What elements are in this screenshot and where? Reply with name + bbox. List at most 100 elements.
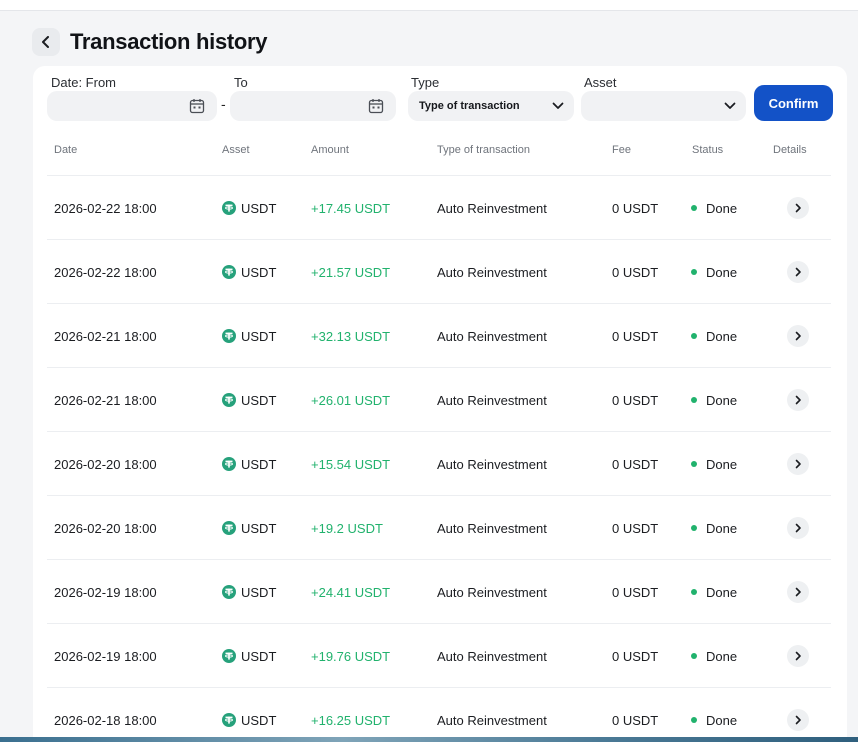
row-fee: 0 USDT <box>612 648 659 664</box>
tether-icon <box>222 585 236 599</box>
row-asset-label: USDT <box>241 264 277 280</box>
details-button[interactable] <box>787 581 809 603</box>
row-status-label: Done <box>706 456 738 472</box>
transaction-card: Date: From - To Type Type of transaction <box>33 66 847 742</box>
row-status: Done <box>691 560 737 624</box>
details-button[interactable] <box>787 389 809 411</box>
row-status: Done <box>691 688 737 742</box>
date-to-field[interactable] <box>230 91 396 121</box>
row-details <box>787 368 809 432</box>
details-button[interactable] <box>787 453 809 475</box>
chevron-right-icon <box>795 331 801 341</box>
row-status: Done <box>691 176 737 240</box>
status-dot <box>691 717 697 723</box>
row-amount: +24.41 USDT <box>311 584 391 600</box>
details-button[interactable] <box>787 517 809 539</box>
row-amount: +19.76 USDT <box>311 648 391 664</box>
row-amount: +15.54 USDT <box>311 456 391 472</box>
row-date: 2026-02-20 18:00 <box>54 456 157 472</box>
column-fee: Fee <box>612 144 631 156</box>
row-status: Done <box>691 240 737 304</box>
row-status: Done <box>691 496 737 560</box>
row-type: Auto Reinvestment <box>437 520 547 536</box>
status-dot <box>691 525 697 531</box>
row-status-label: Done <box>706 392 738 408</box>
table-header: Date Asset Amount Type of transaction Fe… <box>33 144 847 160</box>
row-status-label: Done <box>706 520 738 536</box>
row-status: Done <box>691 304 737 368</box>
back-button[interactable] <box>32 28 60 56</box>
chevron-right-icon <box>795 651 801 661</box>
row-details <box>787 304 809 368</box>
type-select[interactable]: Type of transaction <box>408 91 574 121</box>
chevron-right-icon <box>795 523 801 533</box>
row-date: 2026-02-21 18:00 <box>54 392 157 408</box>
column-amount: Amount <box>311 144 349 156</box>
status-dot <box>691 205 697 211</box>
confirm-button[interactable]: Confirm <box>754 85 833 121</box>
row-status-label: Done <box>706 264 738 280</box>
row-details <box>787 496 809 560</box>
row-type: Auto Reinvestment <box>437 456 547 472</box>
details-button[interactable] <box>787 325 809 347</box>
row-fee: 0 USDT <box>612 392 659 408</box>
row-type: Auto Reinvestment <box>437 264 547 280</box>
row-type: Auto Reinvestment <box>437 712 547 728</box>
details-button[interactable] <box>787 197 809 219</box>
row-asset-label: USDT <box>241 648 277 664</box>
status-dot <box>691 269 697 275</box>
status-dot <box>691 397 697 403</box>
table-row: 2026-02-21 18:00 USDT +32.13 USDT Auto R… <box>47 303 831 367</box>
row-details <box>787 560 809 624</box>
row-asset-label: USDT <box>241 456 277 472</box>
date-from-field[interactable] <box>47 91 217 121</box>
row-date: 2026-02-21 18:00 <box>54 328 157 344</box>
calendar-icon[interactable] <box>368 98 384 114</box>
chevron-right-icon <box>795 587 801 597</box>
row-status-label: Done <box>706 328 738 344</box>
details-button[interactable] <box>787 261 809 283</box>
table-row: 2026-02-19 18:00 USDT +19.76 USDT Auto R… <box>47 623 831 687</box>
row-details <box>787 176 809 240</box>
type-label: Type <box>411 75 440 90</box>
chevron-down-icon <box>724 102 736 109</box>
calendar-icon[interactable] <box>189 98 205 114</box>
row-asset: USDT <box>222 624 276 688</box>
column-date: Date <box>54 144 78 156</box>
details-button[interactable] <box>787 709 809 731</box>
row-asset: USDT <box>222 432 276 496</box>
tether-icon <box>222 521 236 535</box>
row-amount: +26.01 USDT <box>311 392 391 408</box>
row-asset-label: USDT <box>241 584 277 600</box>
row-date: 2026-02-22 18:00 <box>54 264 157 280</box>
row-type: Auto Reinvestment <box>437 648 547 664</box>
tether-icon <box>222 201 236 215</box>
date-from-label: Date: From <box>51 75 117 90</box>
row-fee: 0 USDT <box>612 456 659 472</box>
table-row: 2026-02-22 18:00 USDT +17.45 USDT Auto R… <box>47 175 831 239</box>
row-type: Auto Reinvestment <box>437 392 547 408</box>
row-date: 2026-02-20 18:00 <box>54 520 157 536</box>
details-button[interactable] <box>787 645 809 667</box>
table-row: 2026-02-20 18:00 USDT +15.54 USDT Auto R… <box>47 431 831 495</box>
column-details: Details <box>773 144 807 156</box>
page-title: Transaction history <box>70 29 268 54</box>
asset-select[interactable] <box>581 91 746 121</box>
row-asset: USDT <box>222 688 276 742</box>
row-fee: 0 USDT <box>612 328 659 344</box>
row-asset: USDT <box>222 304 276 368</box>
row-details <box>787 432 809 496</box>
row-status-label: Done <box>706 648 738 664</box>
row-asset: USDT <box>222 240 276 304</box>
bottom-strip <box>0 737 858 742</box>
row-details <box>787 240 809 304</box>
asset-label: Asset <box>584 75 617 90</box>
row-amount: +19.2 USDT <box>311 520 383 536</box>
row-asset-label: USDT <box>241 392 277 408</box>
chevron-right-icon <box>795 715 801 725</box>
row-asset-label: USDT <box>241 712 277 728</box>
column-type: Type of transaction <box>437 144 530 156</box>
row-amount: +21.57 USDT <box>311 264 391 280</box>
status-dot <box>691 333 697 339</box>
table-row: 2026-02-21 18:00 USDT +26.01 USDT Auto R… <box>47 367 831 431</box>
